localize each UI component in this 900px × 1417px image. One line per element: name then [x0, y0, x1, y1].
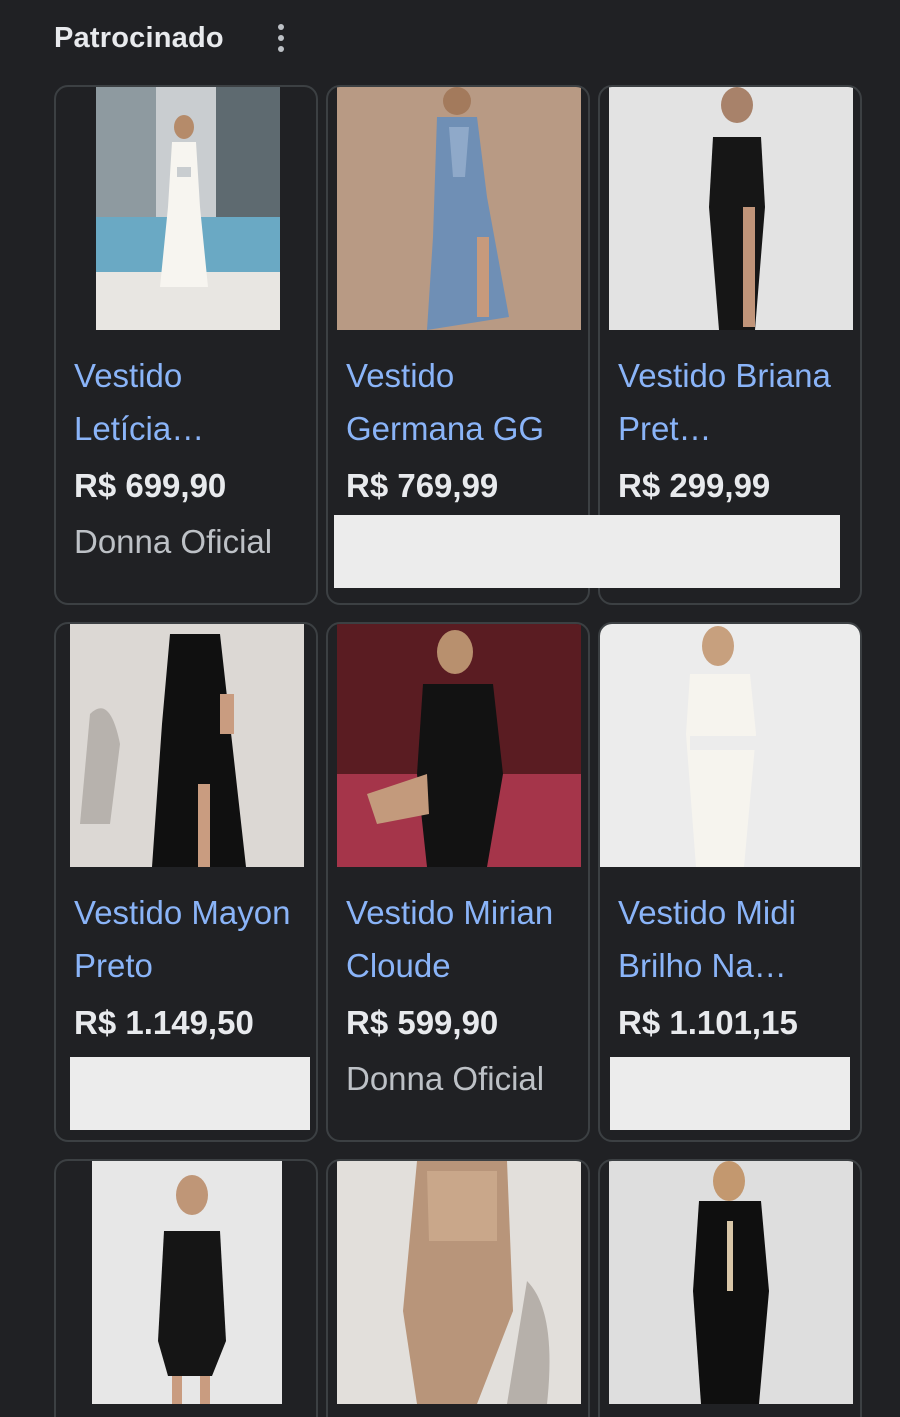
product-price: R$ 299,99	[618, 467, 771, 504]
product-price: R$ 699,90	[74, 467, 227, 504]
sponsored-header: Patrocinado	[54, 18, 224, 58]
product-title[interactable]: Vestido Germana GG	[346, 349, 574, 455]
product-card[interactable]	[598, 1159, 862, 1417]
product-card[interactable]: Vestido Midi Brilho Na… R$ 1.101,15	[598, 622, 862, 1142]
redacted-merchant	[610, 1057, 850, 1130]
product-image[interactable]	[609, 1161, 853, 1404]
redacted-merchant	[334, 515, 840, 588]
kebab-menu-icon[interactable]	[270, 22, 292, 54]
product-image[interactable]	[337, 1161, 581, 1404]
product-image[interactable]	[96, 87, 280, 330]
product-price: R$ 599,90	[346, 1004, 499, 1041]
product-card[interactable]: Vestido Mayon Preto R$ 1.149,50	[54, 622, 318, 1142]
product-image[interactable]	[337, 624, 581, 867]
product-card[interactable]	[326, 1159, 590, 1417]
product-image[interactable]	[92, 1161, 282, 1404]
product-title[interactable]: Vestido Letícia…	[74, 349, 302, 455]
product-image[interactable]	[609, 87, 853, 330]
product-image[interactable]	[70, 624, 304, 867]
product-image[interactable]	[337, 87, 581, 330]
product-card[interactable]: Vestido Mirian Cloude R$ 599,90 Donna Of…	[326, 622, 590, 1142]
sponsored-shopping-panel: Patrocinado Vestido Letícia… R$ 699,90 D…	[0, 0, 900, 1417]
product-title[interactable]: Vestido Briana Pret…	[618, 349, 846, 455]
redacted-merchant	[70, 1057, 310, 1130]
product-price: R$ 1.101,15	[618, 1004, 798, 1041]
product-image[interactable]	[600, 624, 860, 867]
product-merchant: Donna Oficial	[346, 1060, 545, 1097]
product-title[interactable]: Vestido Midi Brilho Na…	[618, 886, 846, 992]
sponsored-label: Patrocinado	[54, 21, 224, 54]
product-title[interactable]: Vestido Mirian Cloude	[346, 886, 574, 992]
product-card[interactable]: Vestido Letícia… R$ 699,90 Donna Oficial	[54, 85, 318, 605]
product-title[interactable]: Vestido Mayon Preto	[74, 886, 302, 992]
product-price: R$ 1.149,50	[74, 1004, 254, 1041]
product-price: R$ 769,99	[346, 467, 499, 504]
product-card[interactable]	[54, 1159, 318, 1417]
product-merchant: Donna Oficial	[74, 523, 273, 560]
